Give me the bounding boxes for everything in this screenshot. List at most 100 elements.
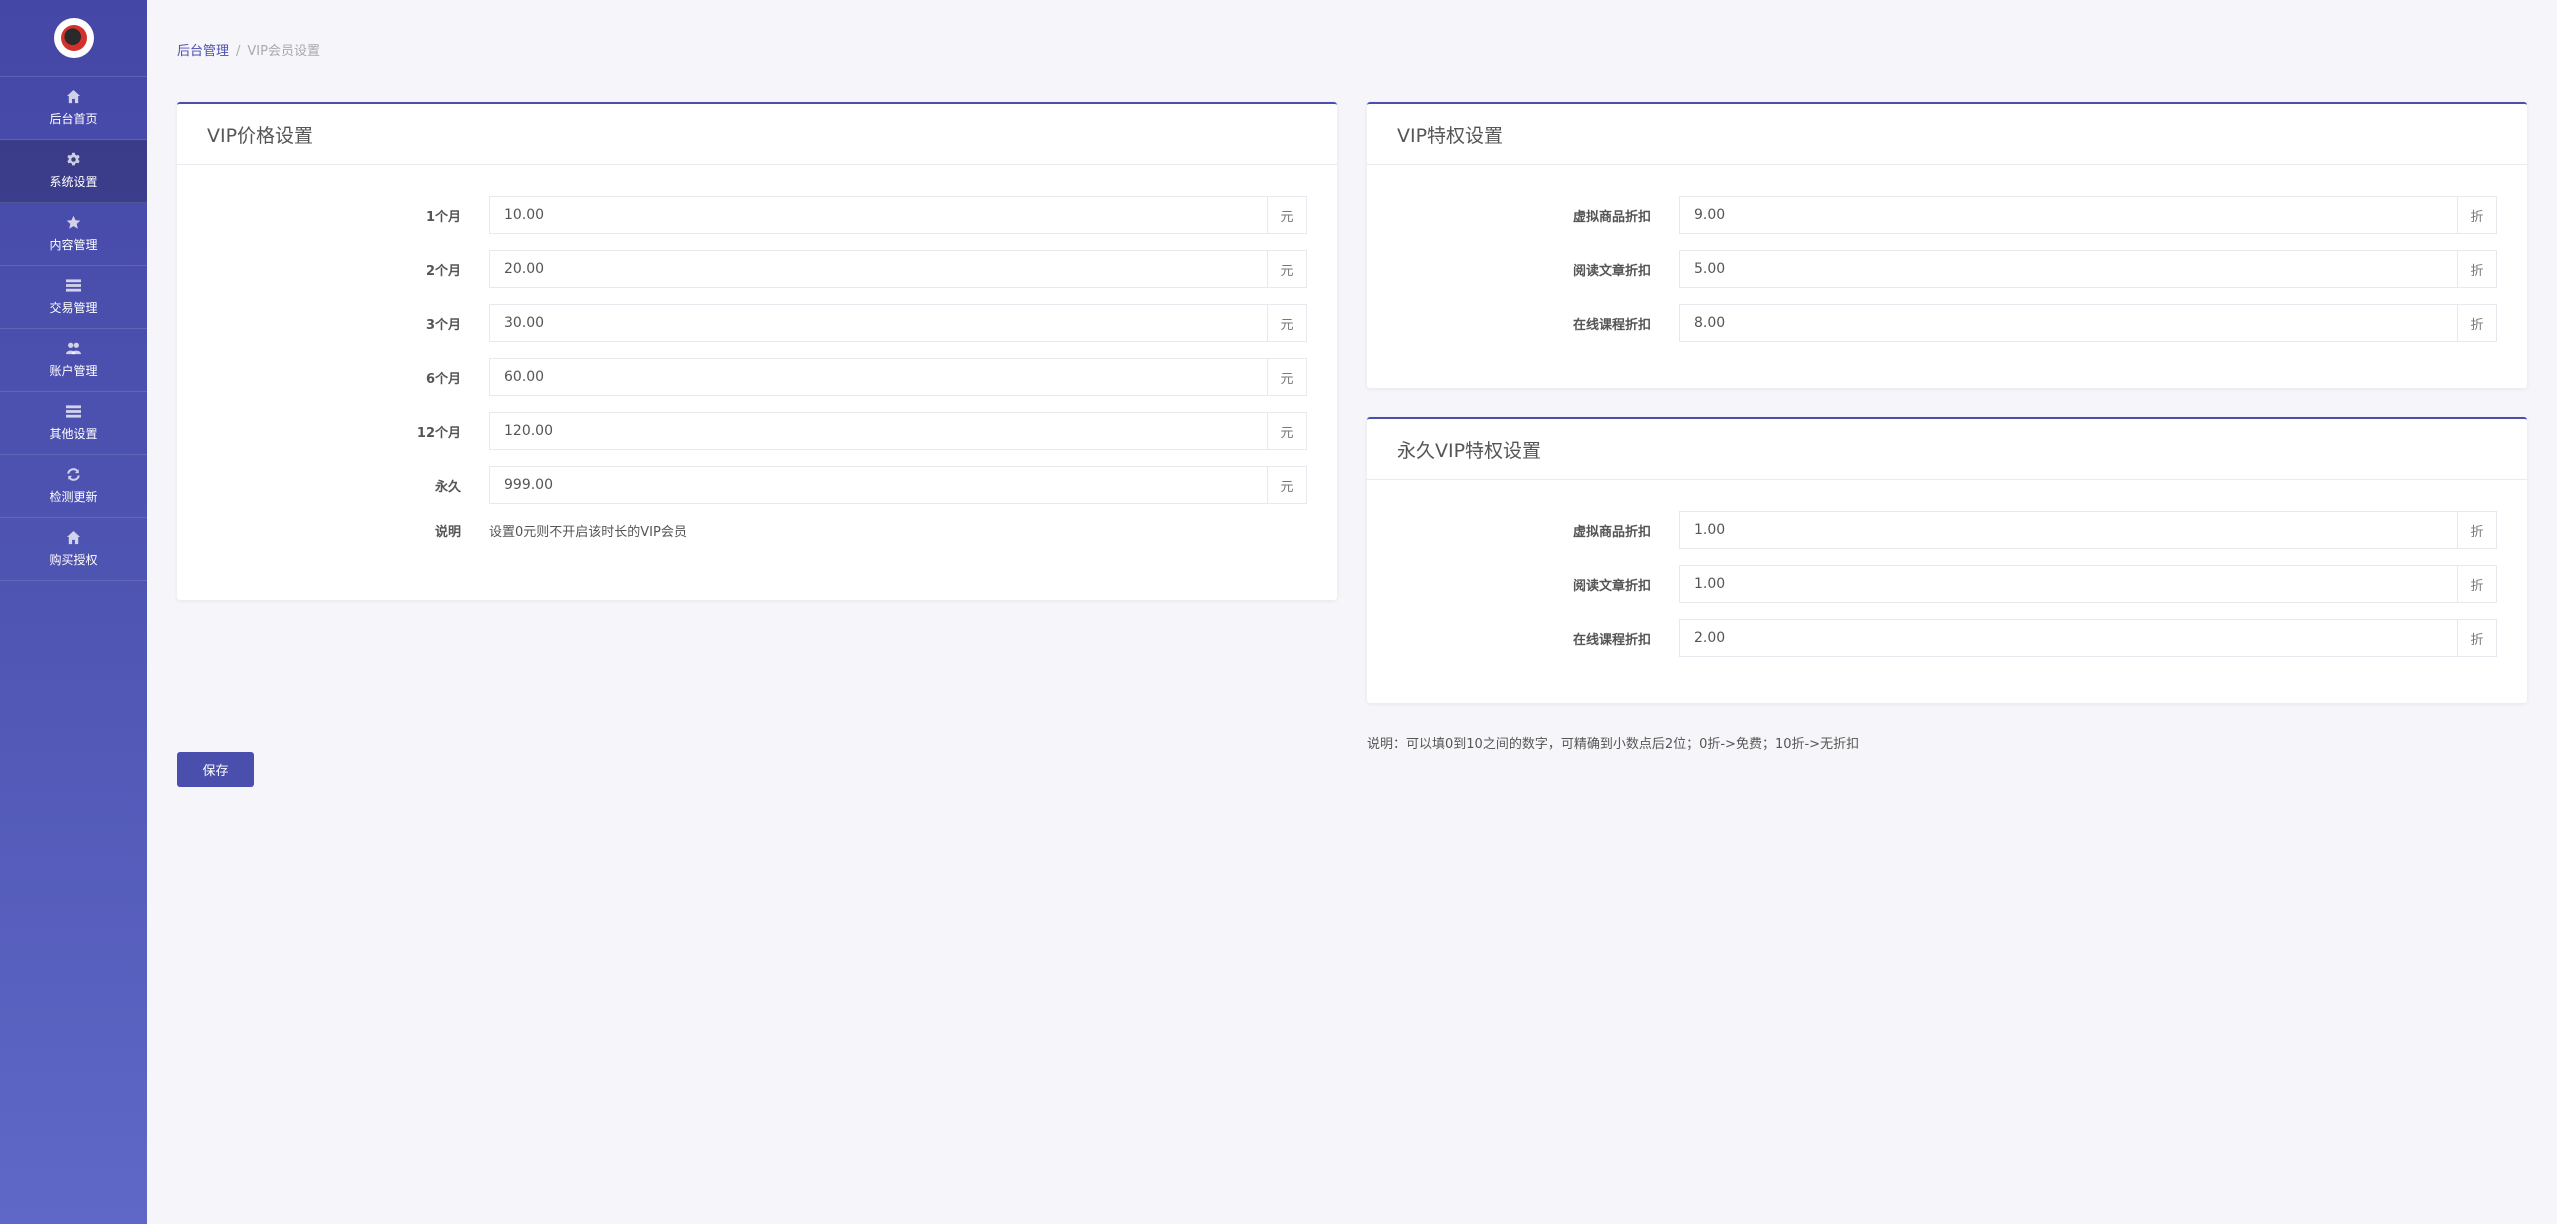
- save-button[interactable]: 保存: [177, 752, 254, 787]
- sidebar: 后台首页 系统设置 内容管理 交易管理 账户管理 其他设置 检测更新 购买授权: [0, 0, 147, 1224]
- sidebar-item-other-settings[interactable]: 其他设置: [0, 392, 147, 455]
- privilege-row-articles: 阅读文章折扣 折: [1367, 250, 2527, 288]
- sidebar-item-system-settings[interactable]: 系统设置: [0, 140, 147, 203]
- discount-input[interactable]: [1679, 250, 2457, 288]
- gear-icon: [67, 152, 80, 166]
- price-row-2-months: 2个月 元: [177, 250, 1337, 288]
- row-label: 2个月: [425, 263, 461, 279]
- price-input-group: 元: [489, 196, 1307, 234]
- price-input[interactable]: [489, 466, 1267, 504]
- price-row-permanent: 永久 元: [177, 466, 1337, 504]
- price-note-row: 说明 设置0元则不开启该时长的VIP会员: [177, 518, 1337, 542]
- discount-input[interactable]: [1679, 565, 2457, 603]
- list-icon: [66, 405, 81, 418]
- discount-note: 说明：可以填0到10之间的数字，可精确到小数点后2位；0折->免费；10折->无…: [1367, 737, 1860, 752]
- sidebar-item-label: 系统设置: [49, 175, 98, 189]
- discount-input[interactable]: [1679, 511, 2457, 549]
- unit-addon: 折: [2457, 304, 2497, 342]
- vip-privilege-panel: VIP特权设置 虚拟商品折扣 折 阅读文章折扣 折 在线课程折扣 折: [1367, 102, 2527, 388]
- price-input-group: 元: [489, 466, 1307, 504]
- breadcrumb-separator: /: [236, 44, 241, 59]
- discount-input-group: 折: [1679, 565, 2497, 603]
- price-input[interactable]: [489, 196, 1267, 234]
- discount-input-group: 折: [1679, 250, 2497, 288]
- sidebar-item-label: 购买授权: [49, 553, 98, 567]
- breadcrumb-root-link[interactable]: 后台管理: [177, 44, 229, 59]
- refresh-icon: [67, 468, 80, 481]
- price-input-group: 元: [489, 412, 1307, 450]
- discount-input[interactable]: [1679, 196, 2457, 234]
- row-label: 6个月: [425, 371, 461, 387]
- sidebar-item-label: 后台首页: [49, 112, 98, 126]
- unit-addon: 元: [1267, 358, 1307, 396]
- sidebar-item-transactions[interactable]: 交易管理: [0, 266, 147, 329]
- unit-addon: 元: [1267, 466, 1307, 504]
- permanent-row-courses: 在线课程折扣 折: [1367, 619, 2527, 657]
- discount-input[interactable]: [1679, 619, 2457, 657]
- price-input[interactable]: [489, 358, 1267, 396]
- users-icon: [66, 342, 81, 355]
- unit-addon: 元: [1267, 196, 1307, 234]
- discount-input[interactable]: [1679, 304, 2457, 342]
- unit-addon: 元: [1267, 304, 1307, 342]
- sidebar-item-buy-license[interactable]: 购买授权: [0, 518, 147, 581]
- main-content: 后台管理 / VIP会员设置 VIP价格设置 1个月 元 2个月 元 3个月 元: [147, 0, 2557, 1224]
- row-label: 虚拟商品折扣: [1572, 524, 1651, 540]
- sidebar-item-accounts[interactable]: 账户管理: [0, 329, 147, 392]
- star-icon: [66, 215, 81, 229]
- row-label: 永久: [434, 479, 461, 495]
- row-label: 阅读文章折扣: [1572, 263, 1651, 279]
- sidebar-item-content[interactable]: 内容管理: [0, 203, 147, 266]
- permanent-vip-privilege-panel: 永久VIP特权设置 虚拟商品折扣 折 阅读文章折扣 折 在线课程折扣 折: [1367, 417, 2527, 703]
- unit-addon: 折: [2457, 196, 2497, 234]
- note-text: 设置0元则不开启该时长的VIP会员: [489, 524, 687, 540]
- discount-input-group: 折: [1679, 304, 2497, 342]
- unit-addon: 元: [1267, 250, 1307, 288]
- unit-addon: 元: [1267, 412, 1307, 450]
- row-label: 在线课程折扣: [1572, 632, 1651, 648]
- breadcrumb: 后台管理 / VIP会员设置: [177, 40, 320, 59]
- price-row-3-months: 3个月 元: [177, 304, 1337, 342]
- logo-mark: [60, 25, 87, 51]
- list-icon: [66, 279, 81, 292]
- price-input-group: 元: [489, 250, 1307, 288]
- permanent-row-virtual-goods: 虚拟商品折扣 折: [1367, 511, 2527, 549]
- sidebar-item-home[interactable]: 后台首页: [0, 77, 147, 140]
- price-row-1-month: 1个月 元: [177, 196, 1337, 234]
- discount-input-group: 折: [1679, 619, 2497, 657]
- privilege-row-virtual-goods: 虚拟商品折扣 折: [1367, 196, 2527, 234]
- unit-addon: 折: [2457, 619, 2497, 657]
- sidebar-item-label: 其他设置: [49, 427, 98, 441]
- unit-addon: 折: [2457, 565, 2497, 603]
- discount-input-group: 折: [1679, 196, 2497, 234]
- vip-price-panel: VIP价格设置 1个月 元 2个月 元 3个月 元 6个月: [177, 102, 1337, 600]
- logo[interactable]: [53, 18, 94, 58]
- price-row-6-months: 6个月 元: [177, 358, 1337, 396]
- privilege-row-courses: 在线课程折扣 折: [1367, 304, 2527, 342]
- sidebar-item-check-update[interactable]: 检测更新: [0, 455, 147, 518]
- logo-area: [0, 0, 147, 77]
- price-input[interactable]: [489, 412, 1267, 450]
- price-input[interactable]: [489, 304, 1267, 342]
- home-icon: [66, 530, 81, 545]
- row-label: 3个月: [425, 317, 461, 333]
- unit-addon: 折: [2457, 250, 2497, 288]
- row-label: 1个月: [425, 209, 461, 225]
- panel-title: VIP特权设置: [1367, 104, 2527, 165]
- price-input-group: 元: [489, 304, 1307, 342]
- panel-title: VIP价格设置: [177, 104, 1337, 165]
- discount-input-group: 折: [1679, 511, 2497, 549]
- sidebar-item-label: 内容管理: [49, 238, 98, 252]
- unit-addon: 折: [2457, 511, 2497, 549]
- price-input-group: 元: [489, 358, 1307, 396]
- row-label: 虚拟商品折扣: [1572, 209, 1651, 225]
- price-row-12-months: 12个月 元: [177, 412, 1337, 450]
- note-label: 说明: [434, 524, 461, 540]
- panel-title: 永久VIP特权设置: [1367, 419, 2527, 480]
- breadcrumb-current: VIP会员设置: [247, 44, 320, 59]
- home-icon: [66, 89, 81, 104]
- row-label: 在线课程折扣: [1572, 317, 1651, 333]
- permanent-row-articles: 阅读文章折扣 折: [1367, 565, 2527, 603]
- sidebar-item-label: 账户管理: [49, 364, 98, 378]
- price-input[interactable]: [489, 250, 1267, 288]
